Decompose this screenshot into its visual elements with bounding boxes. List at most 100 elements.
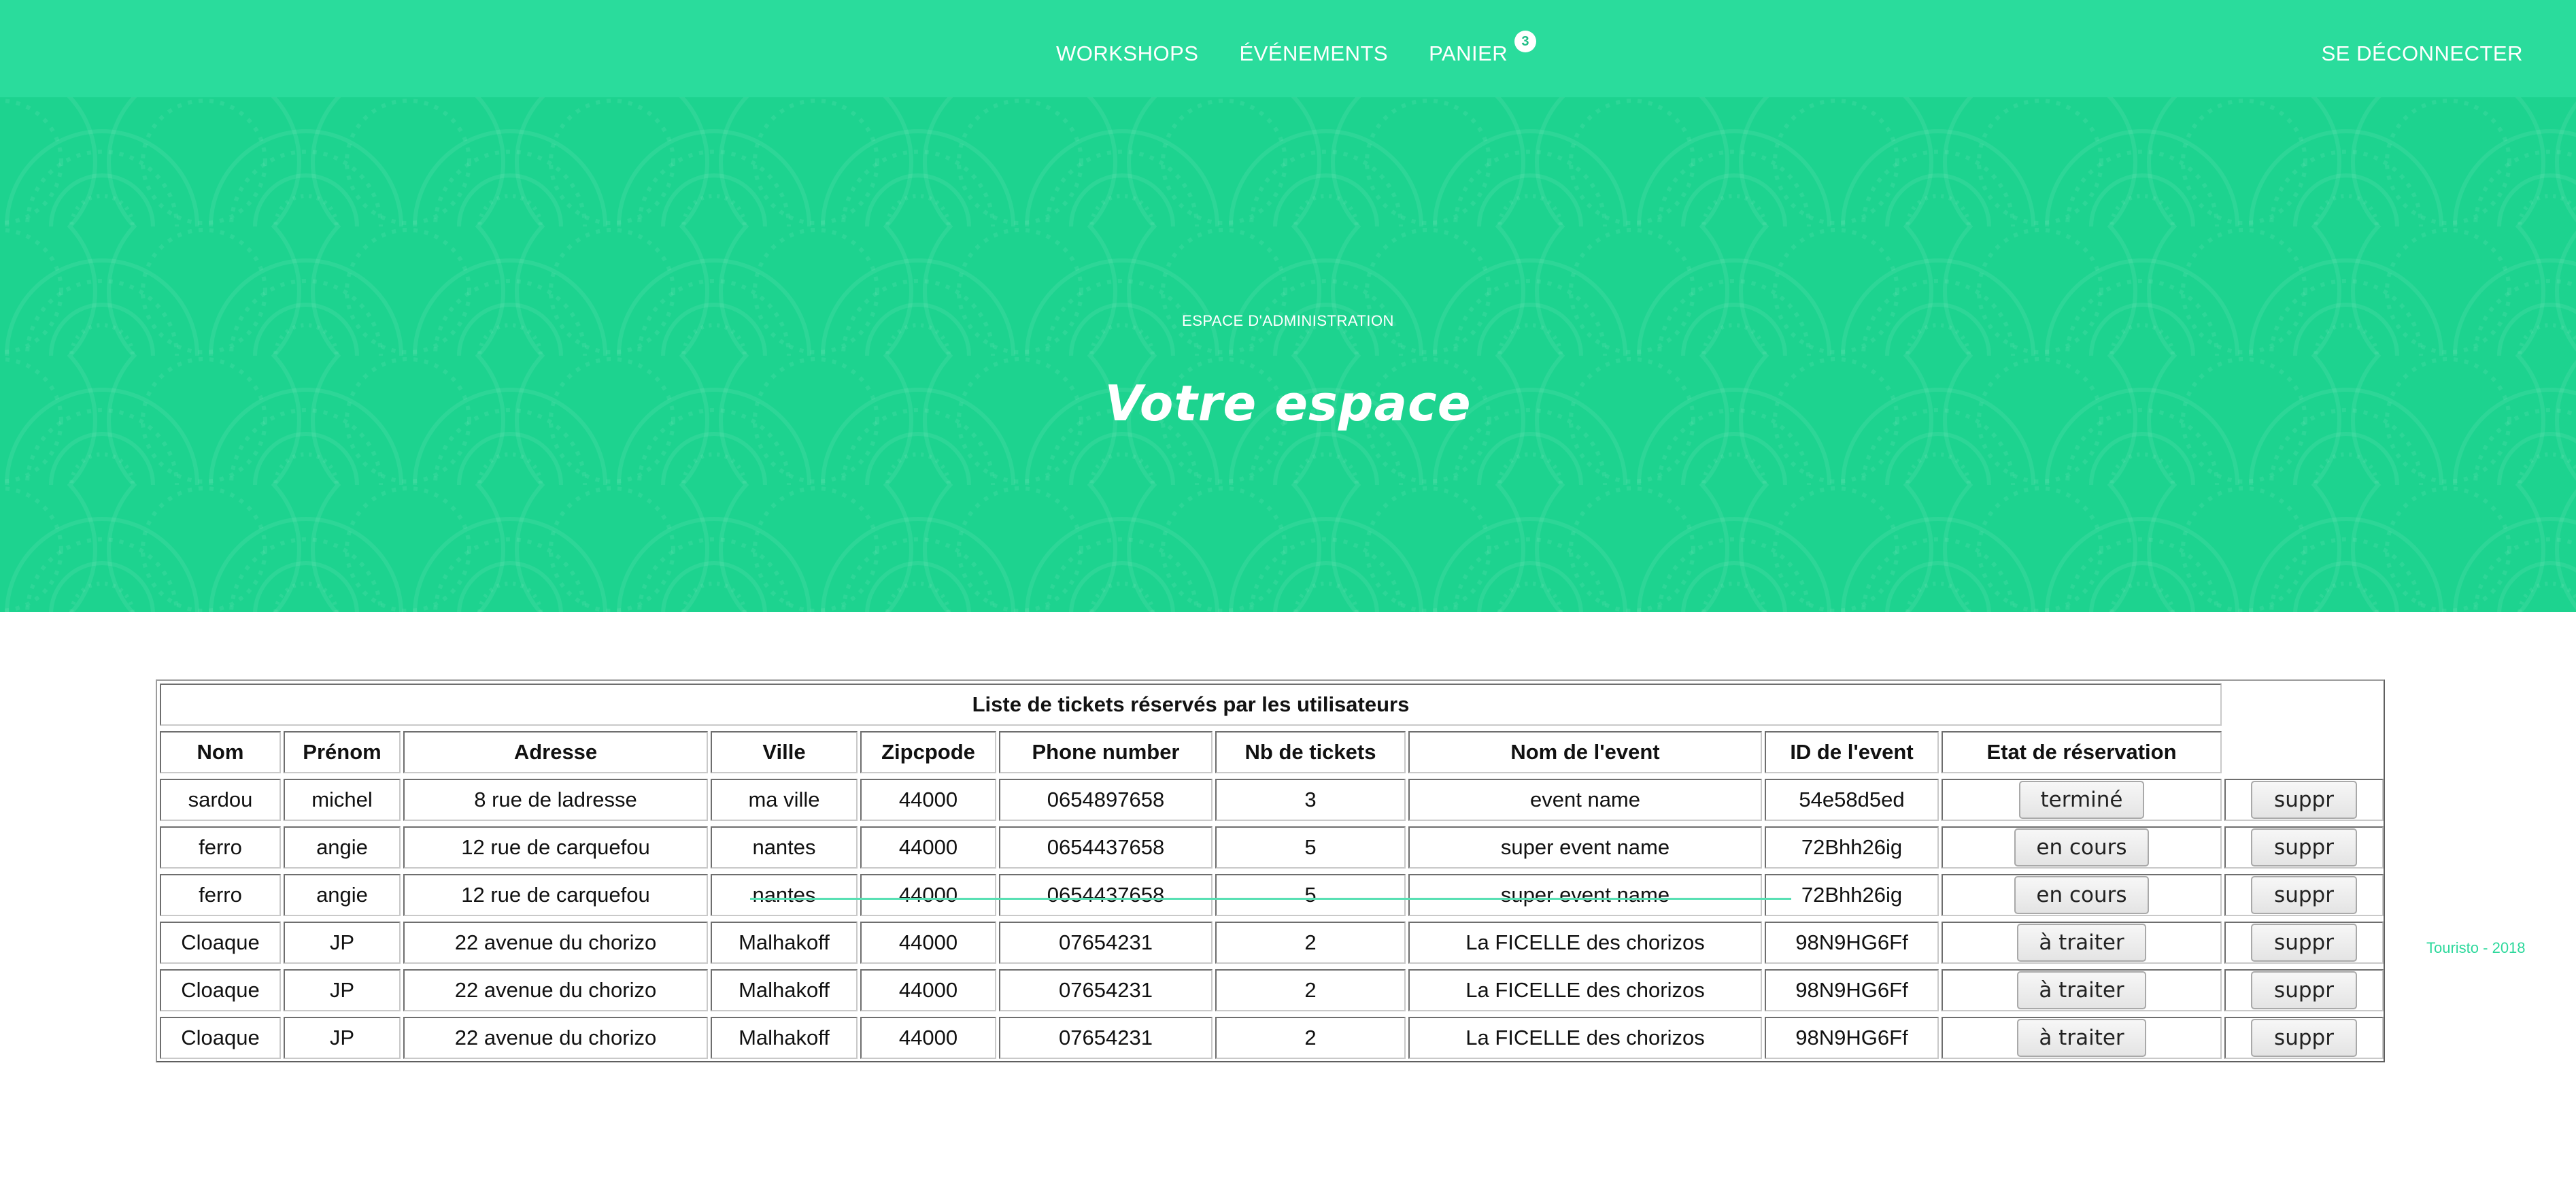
table-cell-adresse: 22 avenue du chorizo — [403, 922, 708, 964]
table-cell-event-name: super event name — [1408, 874, 1762, 916]
decorative-pattern — [0, 97, 2576, 612]
delete-button[interactable]: suppr — [2251, 924, 2357, 962]
footer-credit: Touristo - 2018 — [2426, 939, 2526, 956]
table-cell-action: suppr — [2224, 922, 2384, 964]
table-cell-action: suppr — [2224, 779, 2384, 821]
column-header: Nom — [160, 731, 281, 773]
delete-button[interactable]: suppr — [2251, 971, 2357, 1009]
table-cell-action: suppr — [2224, 874, 2384, 916]
table-cell-event-id: 98N9HG6Ff — [1765, 922, 1939, 964]
column-header: Phone number — [999, 731, 1213, 773]
table-cell-ville: Malhakoff — [711, 922, 858, 964]
cart-count-badge: 3 — [1514, 31, 1537, 52]
table-cell-adresse: 8 rue de ladresse — [403, 779, 708, 821]
table-cell-nom: Cloaque — [160, 969, 281, 1011]
strikethrough-line — [750, 898, 1791, 900]
status-button[interactable]: en cours — [2014, 828, 2149, 866]
table-cell-event-id: 98N9HG6Ff — [1765, 969, 1939, 1011]
table-cell-zipcode: 44000 — [860, 1017, 996, 1059]
table-cell-status: à traiter — [1942, 969, 2222, 1011]
table-cell-ville: Malhakoff — [711, 969, 858, 1011]
status-button[interactable]: à traiter — [2017, 1019, 2146, 1057]
delete-button[interactable]: suppr — [2251, 828, 2357, 866]
column-header: Ville — [711, 731, 858, 773]
nav-cart-label: PANIER — [1429, 41, 1508, 65]
table-cell-event-name: La FICELLE des chorizos — [1408, 1017, 1762, 1059]
table-cell-zipcode: 44000 — [860, 969, 996, 1011]
table-cell-event-id: 72Bhh26ig — [1765, 826, 1939, 869]
table-cell-ville: ma ville — [711, 779, 858, 821]
table-cell-phone: 0654437658 — [999, 874, 1213, 916]
column-header: Adresse — [403, 731, 708, 773]
status-button[interactable]: terminé — [2018, 781, 2145, 819]
table-cell-action: suppr — [2224, 969, 2384, 1011]
table-cell-action: suppr — [2224, 1017, 2384, 1059]
main-menu: WORKSHOPS ÉVÉNEMENTS PANIER 3 — [1056, 31, 1537, 70]
status-button[interactable]: à traiter — [2017, 924, 2146, 962]
table-cell-action: suppr — [2224, 826, 2384, 869]
table-cell-event-id: 54e58d5ed — [1765, 779, 1939, 821]
column-header: Etat de réservation — [1942, 731, 2222, 773]
column-header: Nom de l'event — [1408, 731, 1762, 773]
table-cell-zipcode: 44000 — [860, 779, 996, 821]
table-cell-nom: Cloaque — [160, 1017, 281, 1059]
column-header: Nb de tickets — [1215, 731, 1406, 773]
delete-button[interactable]: suppr — [2251, 876, 2357, 914]
table-cell-tickets: 2 — [1215, 969, 1406, 1011]
table-cell-prenom: angie — [284, 874, 401, 916]
top-navigation: WORKSHOPS ÉVÉNEMENTS PANIER 3 SE DÉCONNE… — [0, 0, 2576, 97]
nav-cart[interactable]: PANIER 3 — [1429, 31, 1537, 70]
table-caption: Liste de tickets réservés par les utilis… — [160, 684, 2222, 726]
table-cell-zipcode: 44000 — [860, 826, 996, 869]
logout-link[interactable]: SE DÉCONNECTER — [2322, 37, 2523, 70]
table-cell-nom: ferro — [160, 874, 281, 916]
table-cell-status: à traiter — [1942, 922, 2222, 964]
hero-kicker: ESPACE D'ADMINISTRATION — [1182, 312, 1394, 329]
table-cell-adresse: 12 rue de carquefou — [403, 874, 708, 916]
table-cell-zipcode: 44000 — [860, 922, 996, 964]
column-header: Zipcpode — [860, 731, 996, 773]
table-cell-phone: 07654231 — [999, 922, 1213, 964]
table-cell-prenom: michel — [284, 779, 401, 821]
table-cell-nom: Cloaque — [160, 922, 281, 964]
table-cell-adresse: 22 avenue du chorizo — [403, 969, 708, 1011]
delete-button[interactable]: suppr — [2251, 781, 2357, 819]
table-cell-status: en cours — [1942, 874, 2222, 916]
table-cell-phone: 07654231 — [999, 969, 1213, 1011]
table-cell-event-id: 72Bhh26ig — [1765, 874, 1939, 916]
nav-workshops[interactable]: WORKSHOPS — [1056, 37, 1198, 70]
table-cell-ville: nantes — [711, 874, 858, 916]
table-cell-phone: 0654437658 — [999, 826, 1213, 869]
table-cell-event-name: La FICELLE des chorizos — [1408, 969, 1762, 1011]
status-button[interactable]: en cours — [2014, 876, 2149, 914]
table-cell-phone: 0654897658 — [999, 779, 1213, 821]
table-cell-ville: nantes — [711, 826, 858, 869]
table-cell-prenom: JP — [284, 922, 401, 964]
status-button[interactable]: à traiter — [2017, 971, 2146, 1009]
table-cell-status: en cours — [1942, 826, 2222, 869]
delete-button[interactable]: suppr — [2251, 1019, 2357, 1057]
table-cell-status: à traiter — [1942, 1017, 2222, 1059]
table-cell-event-name: La FICELLE des chorizos — [1408, 922, 1762, 964]
nav-events[interactable]: ÉVÉNEMENTS — [1239, 37, 1388, 70]
table-cell-status: terminé — [1942, 779, 2222, 821]
table-cell-event-id: 98N9HG6Ff — [1765, 1017, 1939, 1059]
table-cell-prenom: JP — [284, 969, 401, 1011]
table-cell-tickets: 5 — [1215, 874, 1406, 916]
hero-banner: ESPACE D'ADMINISTRATION Votre espace — [0, 97, 2576, 612]
column-header: Prénom — [284, 731, 401, 773]
table-cell-tickets: 2 — [1215, 922, 1406, 964]
table-cell-event-name: event name — [1408, 779, 1762, 821]
table-cell-adresse: 22 avenue du chorizo — [403, 1017, 708, 1059]
table-cell-ville: Malhakoff — [711, 1017, 858, 1059]
table-cell-nom: ferro — [160, 826, 281, 869]
table-cell-tickets: 5 — [1215, 826, 1406, 869]
table-cell-event-name: super event name — [1408, 826, 1762, 869]
table-cell-prenom: JP — [284, 1017, 401, 1059]
table-cell-prenom: angie — [284, 826, 401, 869]
table-cell-phone: 07654231 — [999, 1017, 1213, 1059]
reservations-table: Liste de tickets réservés par les utilis… — [156, 679, 2385, 1062]
table-cell-adresse: 12 rue de carquefou — [403, 826, 708, 869]
table-cell-tickets: 3 — [1215, 779, 1406, 821]
table-cell-nom: sardou — [160, 779, 281, 821]
